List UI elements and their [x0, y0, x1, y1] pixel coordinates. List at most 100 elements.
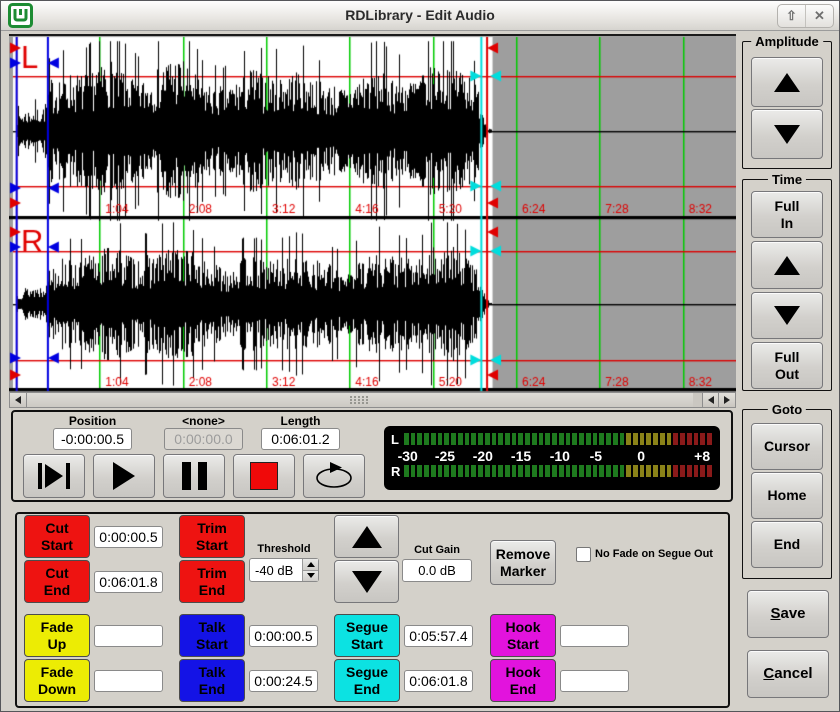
- segue-end-field[interactable]: 0:06:01.8: [404, 670, 473, 692]
- none-field: 0:00:00.0: [164, 428, 243, 450]
- fade-down-button[interactable]: Fade Down: [24, 659, 90, 702]
- goto-end-button[interactable]: End: [751, 521, 823, 568]
- up-arrow-icon: [774, 73, 800, 92]
- meter-segment: [478, 433, 483, 445]
- time-full-out-button[interactable]: Full Out: [751, 342, 823, 389]
- meter-segment: [518, 433, 523, 445]
- meter-segment: [431, 433, 436, 445]
- meter-segment: [620, 433, 625, 445]
- no-fade-checkbox[interactable]: [576, 547, 591, 562]
- meter-segment: [471, 465, 476, 477]
- meter-scale-label: +8: [694, 448, 710, 464]
- meter-segment: [532, 433, 537, 445]
- gain-down-button[interactable]: [334, 560, 399, 603]
- pause-button[interactable]: [163, 454, 225, 498]
- waveform-display[interactable]: [9, 36, 736, 392]
- fade-up-field[interactable]: [94, 625, 163, 647]
- meter-segment: [626, 465, 631, 477]
- close-window-icon[interactable]: ✕: [805, 5, 833, 27]
- meter-segment: [545, 465, 550, 477]
- cut-end-field[interactable]: 0:06:01.8: [94, 571, 163, 593]
- play-from-start-button[interactable]: [23, 454, 85, 498]
- fade-up-button[interactable]: Fade Up: [24, 614, 90, 657]
- meter-segment: [485, 465, 490, 477]
- meter-segment: [505, 465, 510, 477]
- remove-marker-button[interactable]: Remove Marker: [490, 540, 556, 585]
- threshold-value[interactable]: -40 dB: [250, 559, 302, 581]
- trim-end-button[interactable]: Trim End: [179, 560, 245, 603]
- goto-cursor-button[interactable]: Cursor: [751, 423, 823, 470]
- meter-segment: [444, 465, 449, 477]
- up-arrow-icon: [352, 526, 382, 548]
- none-label: <none>: [164, 414, 243, 428]
- window-title: RDLibrary - Edit Audio: [1, 7, 839, 23]
- meter-segment: [424, 465, 429, 477]
- talk-start-button[interactable]: Talk Start: [179, 614, 245, 657]
- meter-scale-label: -30: [398, 448, 418, 464]
- loop-button[interactable]: [303, 454, 365, 498]
- talk-end-button[interactable]: Talk End: [179, 659, 245, 702]
- cut-end-button[interactable]: Cut End: [24, 560, 90, 603]
- amplitude-down-button[interactable]: [751, 109, 823, 159]
- meter-segment: [673, 465, 678, 477]
- time-full-in-button[interactable]: Full In: [751, 191, 823, 238]
- amplitude-up-button[interactable]: [751, 57, 823, 107]
- meter-segment: [539, 433, 544, 445]
- talk-start-field[interactable]: 0:00:00.5: [249, 625, 318, 647]
- hook-end-button[interactable]: Hook End: [490, 659, 556, 702]
- meter-segment: [505, 433, 510, 445]
- threshold-spinbox[interactable]: -40 dB: [249, 558, 319, 582]
- meter-segment: [498, 465, 503, 477]
- length-field[interactable]: 0:06:01.2: [261, 428, 340, 450]
- time-zoom-in-button[interactable]: [751, 241, 823, 289]
- waveform-panel: [9, 34, 736, 394]
- hook-start-button[interactable]: Hook Start: [490, 614, 556, 657]
- scrollbar-thumb[interactable]: [27, 393, 693, 407]
- cut-start-button[interactable]: Cut Start: [24, 515, 90, 558]
- hook-end-field[interactable]: [560, 670, 629, 692]
- meter-segment: [431, 465, 436, 477]
- meter-segment: [653, 465, 658, 477]
- meter-segment: [660, 433, 665, 445]
- position-label: Position: [53, 414, 132, 428]
- gain-up-button[interactable]: [334, 515, 399, 558]
- time-group-title: Time: [768, 172, 806, 187]
- loop-icon: [312, 461, 356, 491]
- scroll-left2-icon[interactable]: [702, 393, 719, 407]
- goto-home-button[interactable]: Home: [751, 472, 823, 519]
- meter-segment: [572, 465, 577, 477]
- position-field[interactable]: -0:00:00.5: [53, 428, 132, 450]
- threshold-label: Threshold: [249, 543, 319, 555]
- meter-left-bar: [404, 433, 712, 445]
- title-bar[interactable]: RDLibrary - Edit Audio ⇧ ✕: [1, 1, 839, 31]
- scroll-left-icon[interactable]: [10, 393, 27, 407]
- cut-start-field[interactable]: 0:00:00.5: [94, 526, 163, 548]
- threshold-up-icon[interactable]: [303, 559, 318, 571]
- segue-start-button[interactable]: Segue Start: [334, 614, 400, 657]
- talk-end-field[interactable]: 0:00:24.5: [249, 670, 318, 692]
- meter-right-channel-label: R: [391, 464, 403, 479]
- scroll-right-icon[interactable]: [718, 393, 735, 407]
- segue-end-button[interactable]: Segue End: [334, 659, 400, 702]
- meter-scale-label: 0: [637, 448, 645, 464]
- save-button[interactable]: Save: [747, 590, 829, 638]
- shade-window-icon[interactable]: ⇧: [778, 5, 805, 27]
- meter-segment: [579, 433, 584, 445]
- waveform-scrollbar[interactable]: [9, 392, 736, 408]
- meter-segment: [593, 433, 598, 445]
- play-button[interactable]: [93, 454, 155, 498]
- cancel-button[interactable]: Cancel: [747, 650, 829, 698]
- meter-segment: [566, 465, 571, 477]
- stop-button[interactable]: [233, 454, 295, 498]
- trim-start-button[interactable]: Trim Start: [179, 515, 245, 558]
- time-zoom-out-button[interactable]: [751, 292, 823, 339]
- hook-start-field[interactable]: [560, 625, 629, 647]
- threshold-down-icon[interactable]: [303, 571, 318, 582]
- meter-segment: [700, 433, 705, 445]
- meter-segment: [579, 465, 584, 477]
- segue-start-field[interactable]: 0:05:57.4: [404, 625, 473, 647]
- fade-down-field[interactable]: [94, 670, 163, 692]
- length-label: Length: [261, 414, 340, 428]
- cut-gain-field[interactable]: 0.0 dB: [402, 559, 472, 582]
- meter-scale-label: -20: [473, 448, 493, 464]
